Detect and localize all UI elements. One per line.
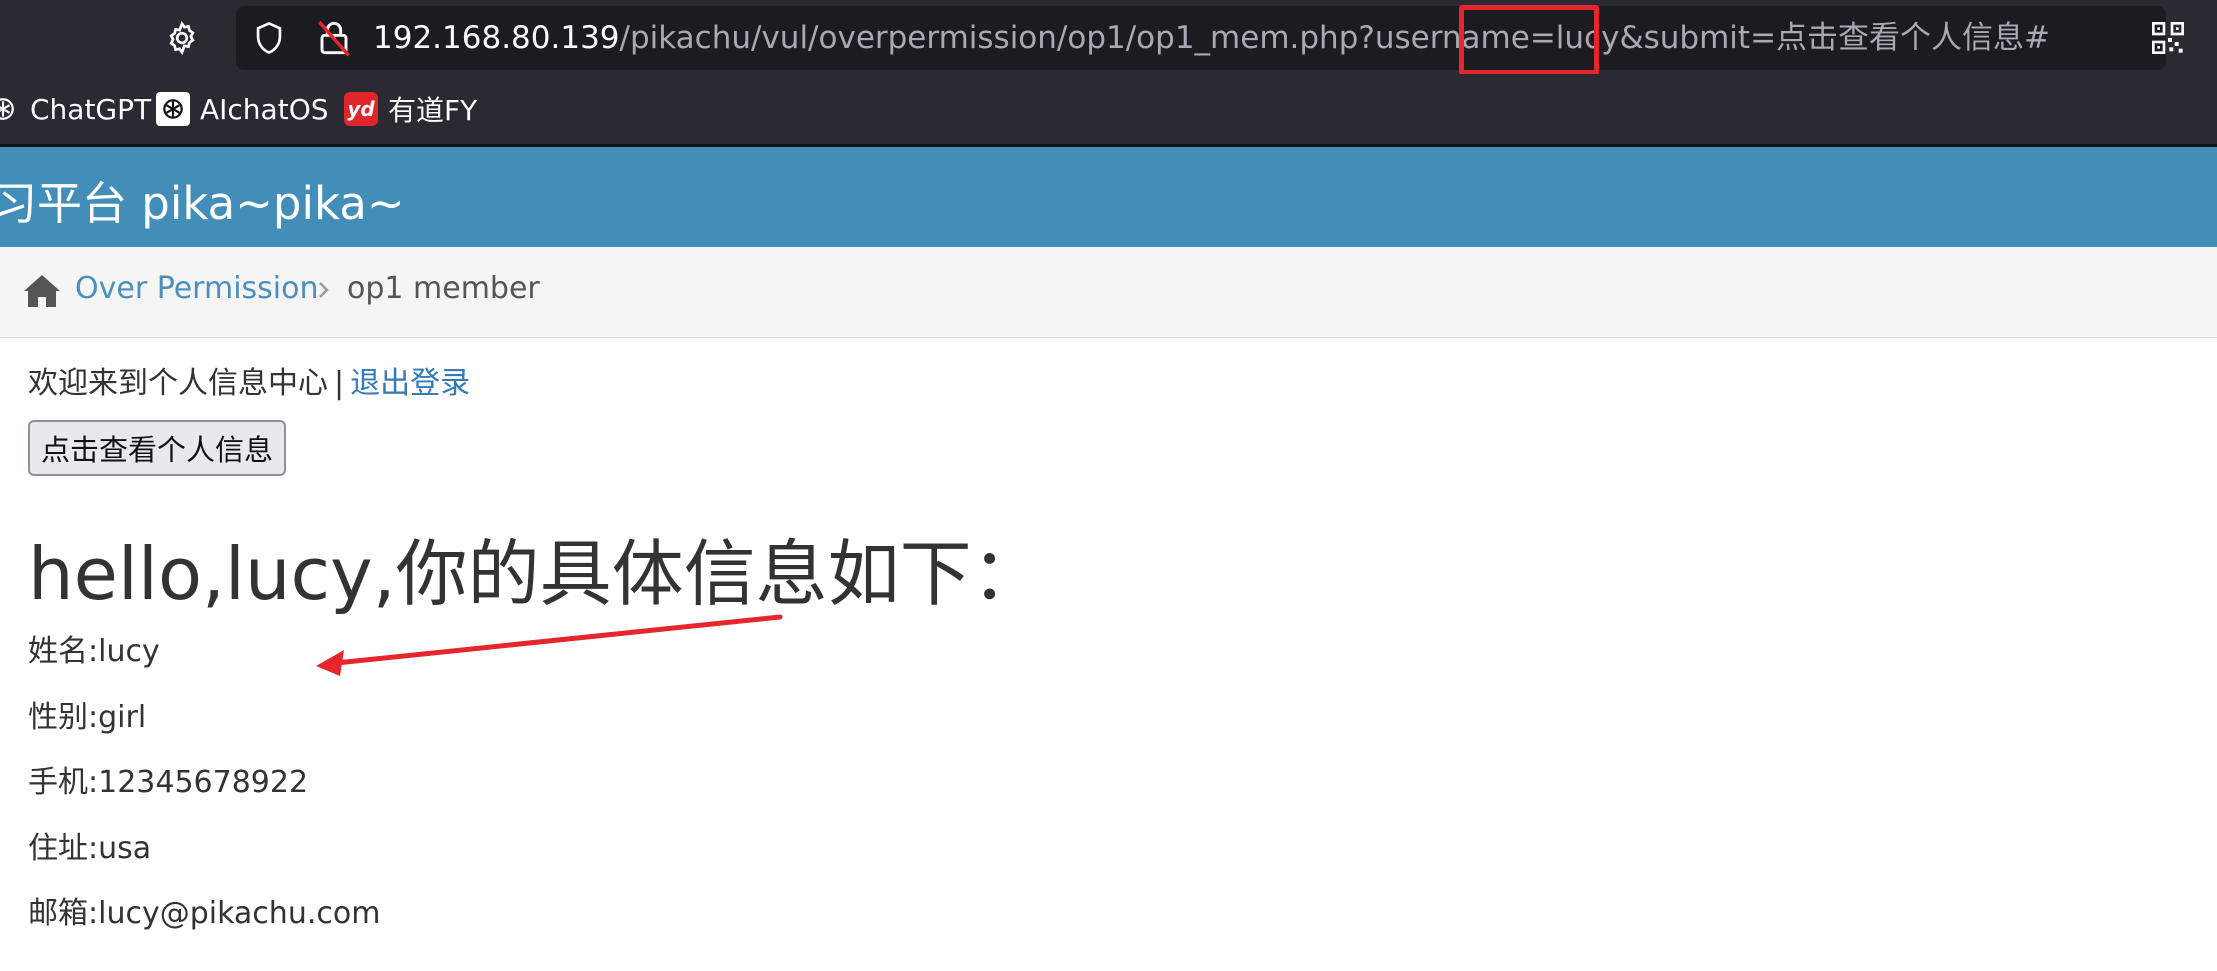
breadcrumb-current: op1 member	[347, 271, 540, 306]
url-path: /pikachu/vul/overpermission/op1/op1_mem.…	[619, 20, 1511, 56]
browser-toolbar: 192.168.80.139/pikachu/vul/overpermissio…	[0, 0, 2217, 75]
info-name: 姓名:lucy	[28, 634, 160, 669]
info-gender: 性别:girl	[28, 700, 147, 735]
home-icon[interactable]	[22, 273, 62, 309]
url-text[interactable]: 192.168.80.139/pikachu/vul/overpermissio…	[373, 16, 2050, 60]
youdao-icon-text: yd	[347, 97, 375, 121]
view-personal-info-button[interactable]: 点击查看个人信息	[28, 420, 286, 476]
info-address: 住址:usa	[28, 831, 152, 866]
url-query-rest: ubmit=点击查看个人信息#	[1659, 20, 2051, 56]
tracking-protection-shield-icon[interactable]	[250, 18, 288, 58]
info-phone: 手机:12345678922	[28, 765, 309, 800]
welcome-separator: |	[334, 366, 345, 401]
breadcrumb-link-over-permission[interactable]: Over Permission	[75, 271, 319, 306]
bookmark-aichatos[interactable]: AIchatOS	[156, 90, 329, 128]
welcome-line: 欢迎来到个人信息中心 | 退出登录	[28, 358, 470, 402]
bookmark-youdao[interactable]: yd 有道FY	[344, 90, 477, 128]
bookmarks-bar: ChatGPT AIchatOS yd 有道FY	[0, 74, 2217, 147]
breadcrumb: Over Permission op1 member	[0, 247, 2217, 338]
insecure-lock-icon[interactable]	[314, 16, 354, 60]
welcome-text: 欢迎来到个人信息中心	[28, 366, 328, 401]
site-title: 习平台 pika~pika~	[0, 177, 405, 230]
logout-link[interactable]: 退出登录	[350, 366, 470, 401]
openai-icon	[156, 92, 190, 126]
youdao-icon: yd	[344, 92, 378, 126]
bookmark-chatgpt[interactable]: ChatGPT	[0, 90, 151, 128]
bookmark-label: 有道FY	[388, 94, 478, 127]
settings-gear-icon[interactable]	[160, 16, 204, 60]
highlight-annotation-box	[1459, 5, 1599, 75]
bookmark-label: AIchatOS	[200, 92, 329, 126]
url-host: 192.168.80.139	[373, 20, 620, 56]
chevron-right-icon	[319, 282, 329, 298]
info-email: 邮箱:lucy@pikachu.com	[28, 896, 381, 931]
site-header: 习平台 pika~pika~	[0, 147, 2217, 247]
openai-icon	[0, 92, 20, 126]
bookmark-label: ChatGPT	[30, 92, 152, 126]
annotation-arrow	[316, 614, 783, 676]
qr-code-icon[interactable]	[2148, 18, 2188, 58]
